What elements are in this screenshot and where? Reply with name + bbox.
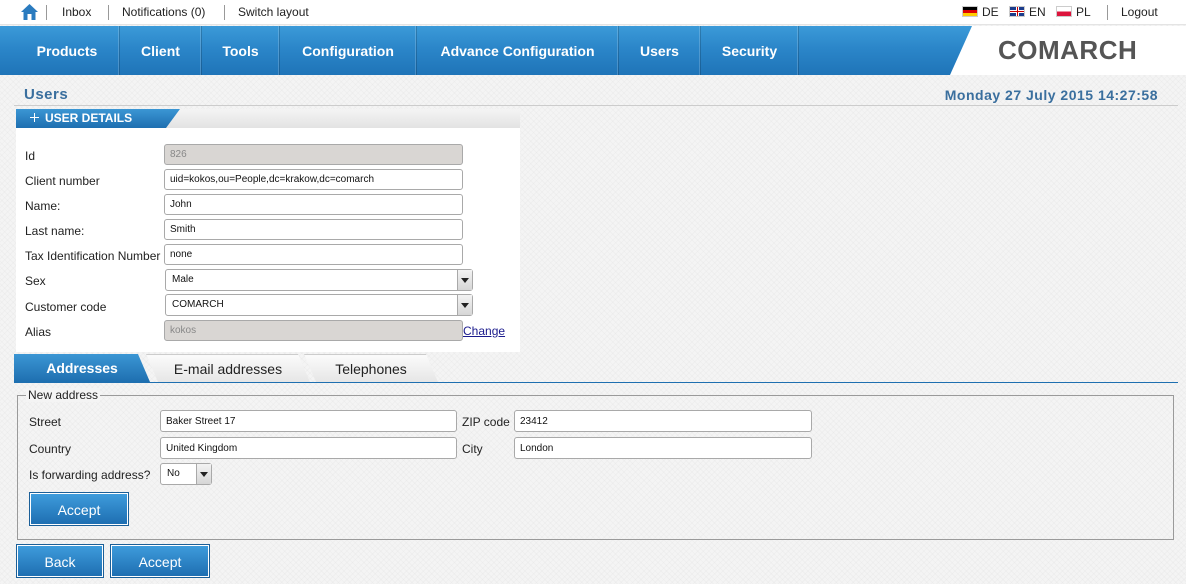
germany-flag-icon	[962, 6, 978, 17]
user-details-title: USER DETAILS	[45, 111, 133, 125]
last-name-label: Last name:	[25, 224, 85, 238]
tab-underline	[14, 382, 1178, 383]
nav-configuration[interactable]: Configuration	[280, 26, 417, 75]
nav-tools[interactable]: Tools	[202, 26, 280, 75]
name-field[interactable]	[164, 194, 463, 215]
client-number-field[interactable]	[164, 169, 463, 190]
street-field[interactable]	[160, 410, 457, 432]
divider	[224, 5, 225, 20]
language-en[interactable]: EN	[1009, 0, 1046, 25]
forwarding-address-select[interactable]: No	[160, 463, 212, 485]
customer-code-select-value: COMARCH	[172, 299, 224, 310]
logout-link[interactable]: Logout	[1121, 0, 1158, 25]
nav-client[interactable]: Client	[120, 26, 202, 75]
uk-flag-icon	[1009, 6, 1025, 17]
notifications-link[interactable]: Notifications (0)	[122, 0, 205, 25]
alias-label: Alias	[25, 325, 52, 339]
accept-button[interactable]: Accept	[110, 544, 210, 578]
change-alias-link[interactable]: Change	[463, 324, 505, 338]
country-label: Country	[29, 442, 72, 456]
forwarding-address-label: Is forwarding address?	[29, 468, 151, 482]
city-field[interactable]	[514, 437, 812, 459]
country-field[interactable]	[160, 437, 457, 459]
nav-advance-configuration[interactable]: Advance Configuration	[417, 26, 619, 75]
sex-select[interactable]: Male	[165, 269, 473, 291]
nav-users[interactable]: Users	[619, 26, 701, 75]
chevron-down-icon[interactable]	[457, 270, 472, 290]
chevron-down-icon[interactable]	[457, 295, 472, 315]
sex-label: Sex	[25, 274, 46, 288]
alias-field	[164, 320, 463, 341]
zip-code-field[interactable]	[514, 410, 812, 432]
user-details-header[interactable]: USER DETAILS	[16, 109, 180, 128]
id-field	[164, 144, 463, 165]
divider	[14, 105, 1178, 106]
chevron-down-icon[interactable]	[196, 464, 211, 484]
divider	[108, 5, 109, 20]
language-pl-label: PL	[1076, 5, 1091, 19]
city-label: City	[462, 442, 483, 456]
client-number-label: Client number	[25, 174, 100, 188]
switch-layout-link[interactable]: Switch layout	[238, 0, 309, 25]
current-datetime: Monday 27 July 2015 14:27:58	[944, 87, 1158, 103]
name-label: Name:	[25, 199, 61, 213]
page-title: Users	[24, 86, 69, 103]
language-en-label: EN	[1029, 5, 1046, 19]
divider	[46, 5, 47, 20]
collapse-icon[interactable]	[30, 113, 39, 122]
logo-area: COMARCH	[950, 26, 1186, 75]
divider	[1107, 5, 1108, 20]
tax-id-field[interactable]	[164, 244, 463, 265]
customer-code-select[interactable]: COMARCH	[165, 294, 473, 316]
sex-select-value: Male	[172, 274, 194, 285]
accept-address-button[interactable]: Accept	[29, 492, 129, 526]
id-label: Id	[25, 149, 36, 163]
language-de-label: DE	[982, 5, 999, 19]
zip-code-label: ZIP code	[462, 415, 510, 429]
tab-addresses[interactable]: Addresses	[14, 354, 150, 382]
home-icon[interactable]	[20, 3, 39, 21]
nav-products[interactable]: Products	[15, 26, 120, 75]
back-button[interactable]: Back	[16, 544, 104, 578]
forwarding-address-value: No	[167, 468, 180, 479]
new-address-legend: New address	[26, 388, 101, 402]
address-tabs: Telephones E-mail addresses Addresses	[14, 354, 438, 382]
last-name-field[interactable]	[164, 219, 463, 240]
tab-email-addresses[interactable]: E-mail addresses	[146, 354, 310, 382]
street-label: Street	[29, 415, 62, 429]
customer-code-label: Customer code	[25, 300, 107, 314]
inbox-link[interactable]: Inbox	[62, 0, 91, 25]
language-de[interactable]: DE	[962, 0, 999, 25]
poland-flag-icon	[1056, 6, 1072, 17]
language-pl[interactable]: PL	[1056, 0, 1091, 25]
tax-id-label: Tax Identification Number	[25, 249, 161, 263]
nav-security[interactable]: Security	[701, 26, 799, 75]
top-bar: Inbox Notifications (0) Switch layout DE…	[0, 0, 1186, 25]
comarch-logo: COMARCH	[998, 35, 1138, 65]
tab-telephones[interactable]: Telephones	[304, 354, 438, 382]
